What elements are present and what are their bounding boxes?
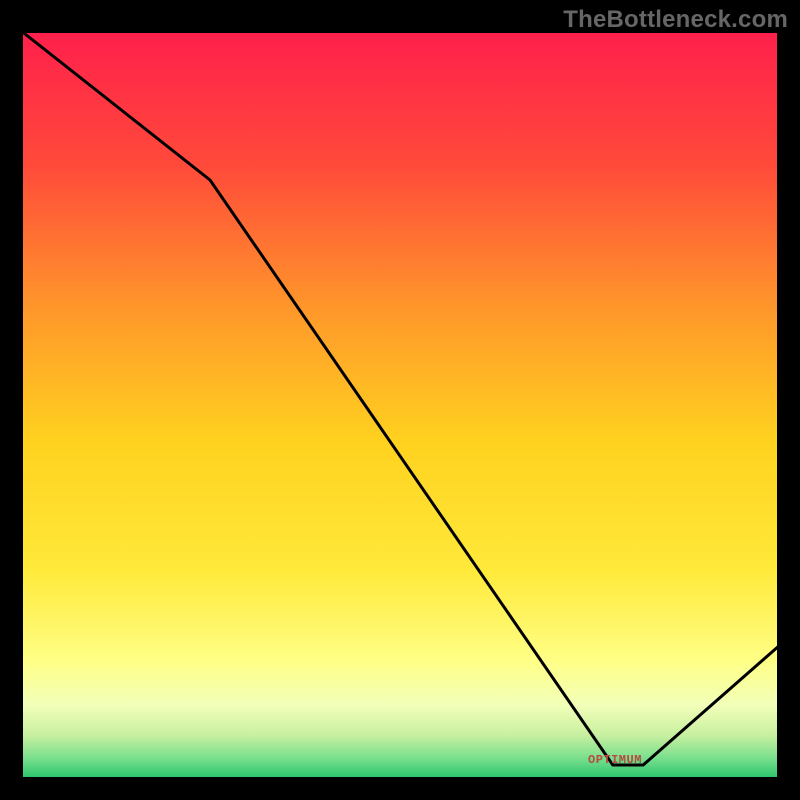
chart-stage: TheBottleneck.com OPTIMUM	[0, 0, 800, 800]
chart-plot	[20, 30, 780, 780]
optimum-label: OPTIMUM	[588, 753, 642, 767]
watermark-text: TheBottleneck.com	[563, 6, 788, 34]
gradient-background	[20, 30, 780, 780]
